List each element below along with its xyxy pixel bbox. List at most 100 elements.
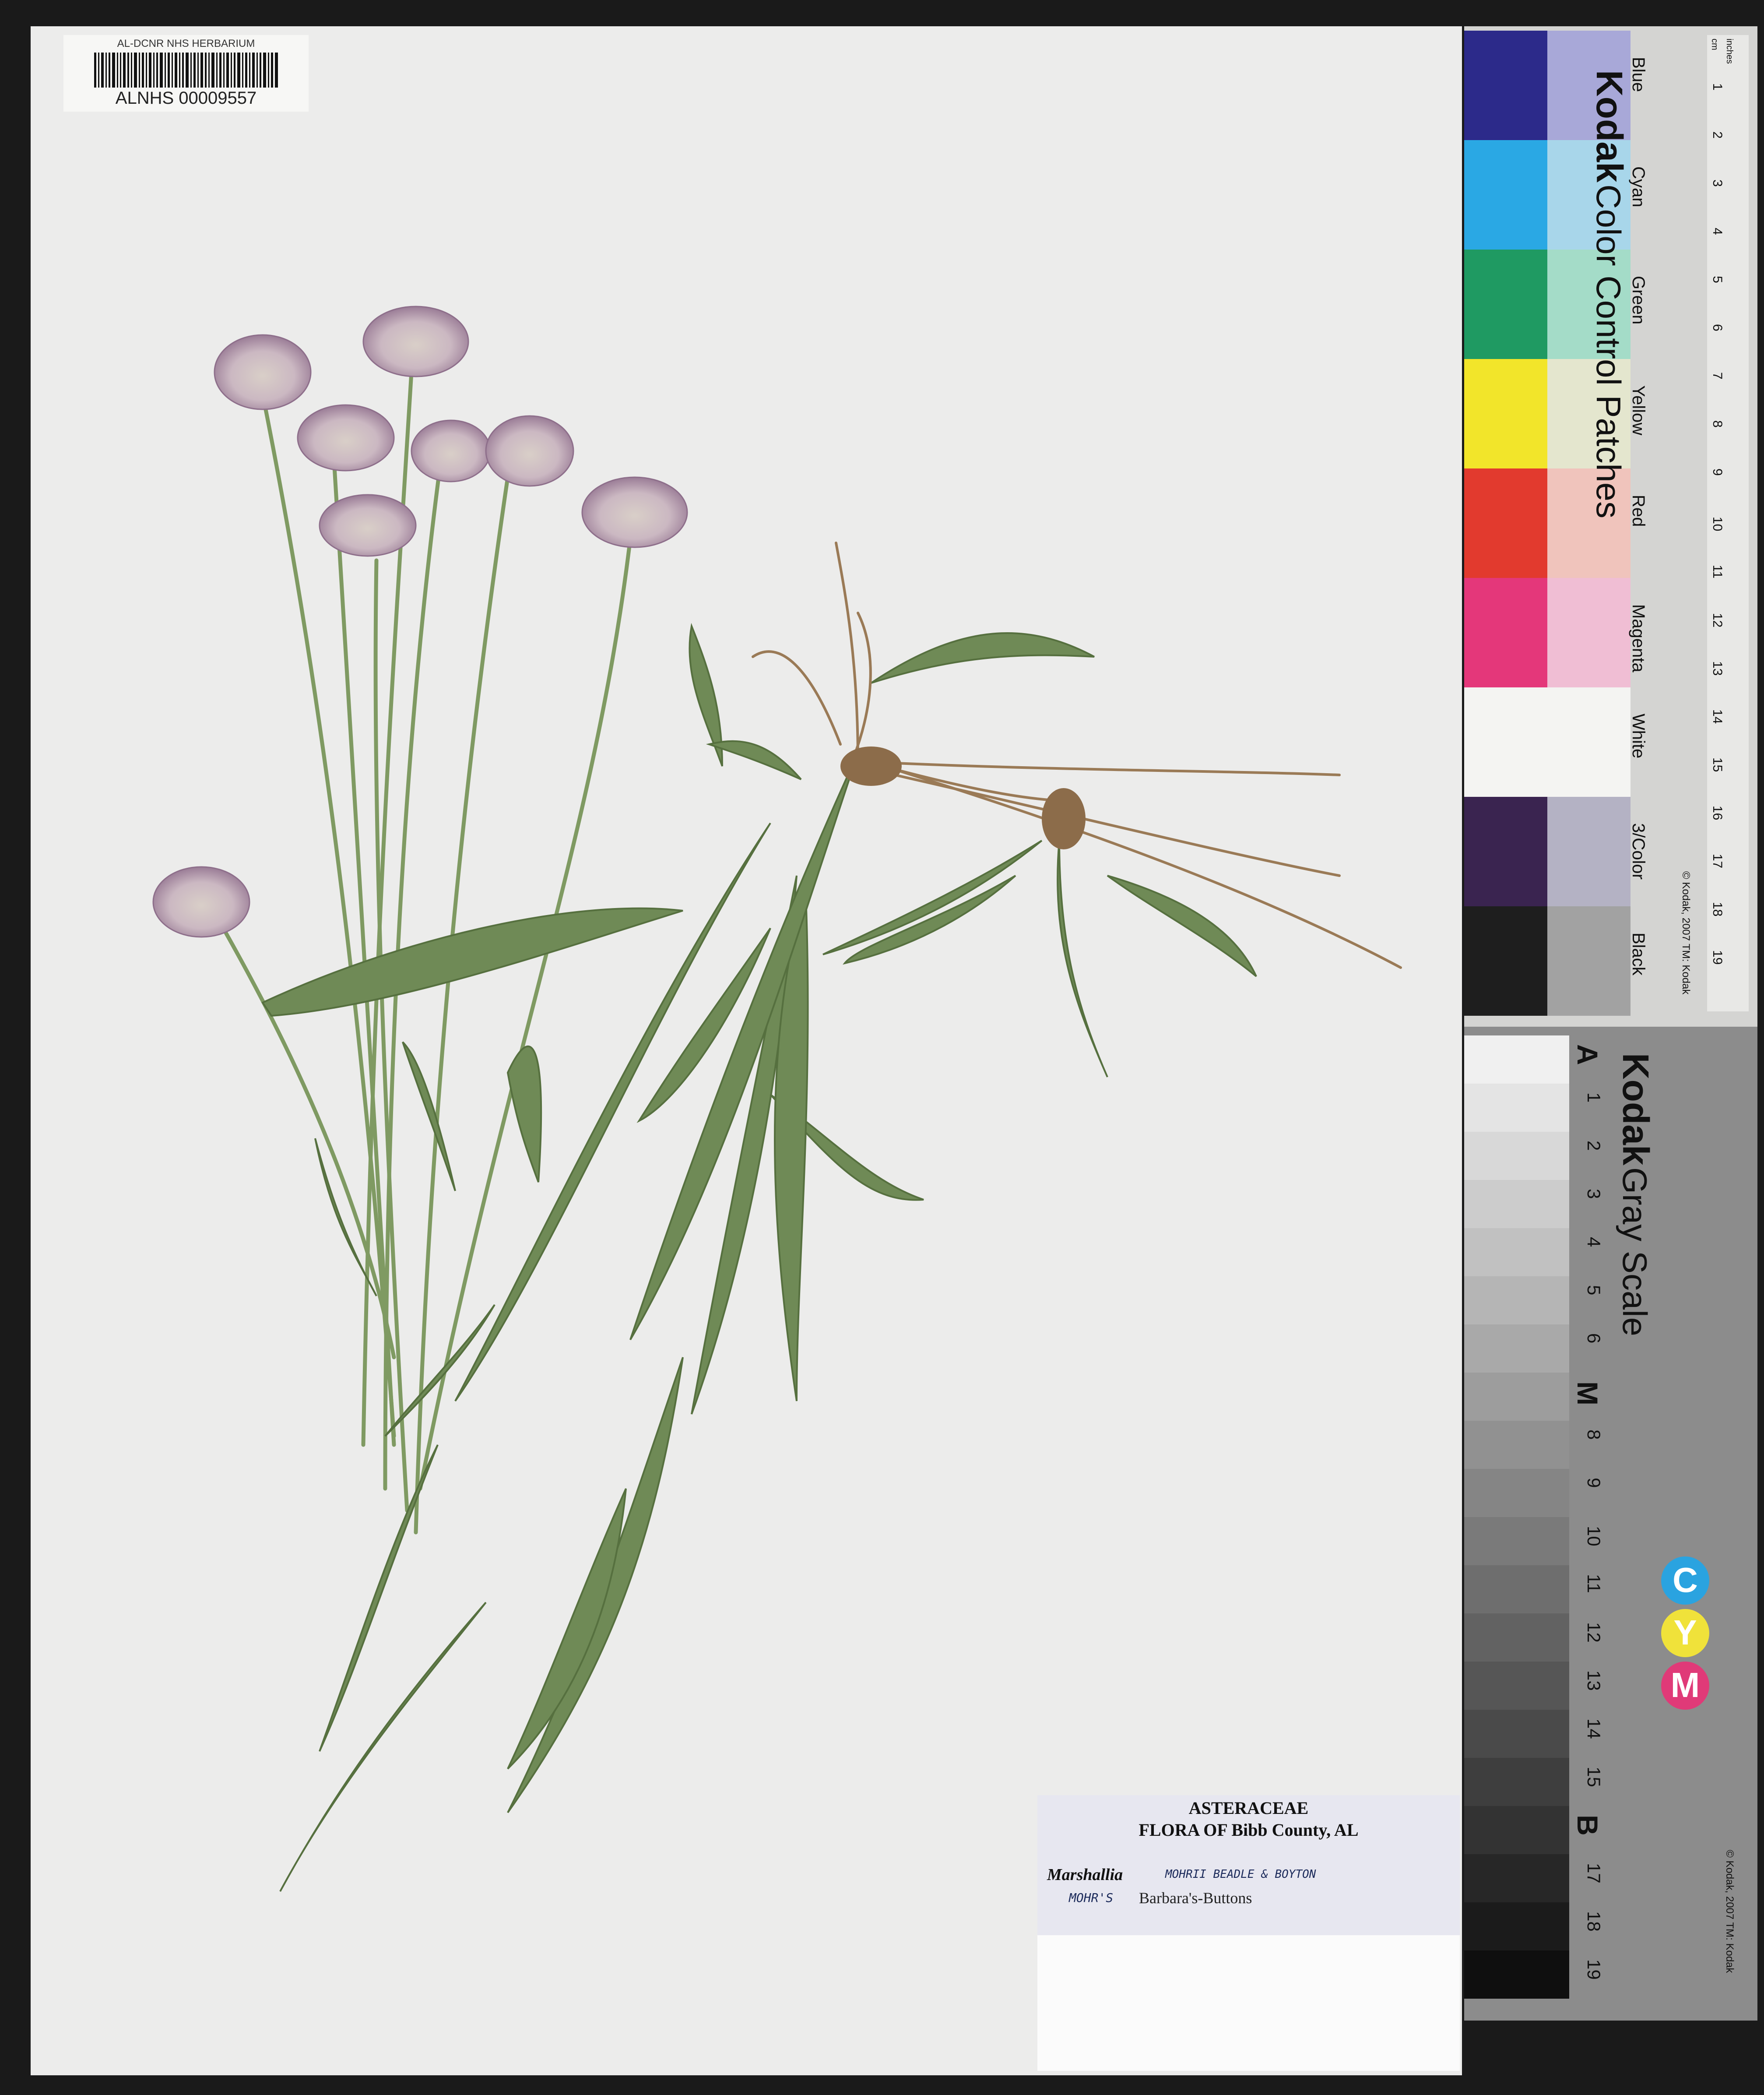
leaves [261, 623, 1257, 1892]
gray-card-title: Kodak Gray Scale [1614, 1053, 1657, 1336]
gray-label-10: 10 [1584, 1526, 1604, 1546]
gray-label-13: 13 [1584, 1670, 1604, 1691]
patch-name-4: Red [1629, 495, 1648, 527]
gray-step-5 [1464, 1276, 1569, 1324]
gray-label-1: 1 [1584, 1092, 1604, 1103]
patch-name-0: Blue [1629, 57, 1648, 92]
gray-label-2: 2 [1584, 1141, 1604, 1151]
gray-step-14 [1464, 1710, 1569, 1758]
ruler-number: 13 [1710, 661, 1725, 676]
color-patch-dark-7 [1464, 797, 1547, 906]
gray-label-18: 18 [1584, 1911, 1604, 1932]
rosette [840, 746, 1086, 849]
gray-step-4 [1464, 1228, 1569, 1276]
ruler-number: 4 [1710, 228, 1725, 235]
ruler-number: 19 [1710, 950, 1725, 965]
ruler-number: 6 [1710, 324, 1725, 331]
gray-label-16: B [1571, 1815, 1604, 1836]
ruler: inches cm 1 2 3 4 5 6 7 8 9 10 11 12 13 14 15 16 17 18 19 [1707, 35, 1749, 1011]
gray-card-copyright: © Kodak, 2007 TM: Kodak [1724, 1850, 1736, 1973]
gray-label-11: 11 [1584, 1574, 1604, 1593]
cym-letter: M [1670, 1665, 1700, 1704]
ruler-number: 16 [1710, 806, 1725, 820]
color-patch-dark-1 [1464, 140, 1547, 250]
cym-target-c: C [1661, 1556, 1709, 1605]
gray-label-15: 15 [1584, 1767, 1604, 1787]
ruler-number: 2 [1710, 131, 1725, 139]
ruler-unit-inches: inches [1725, 39, 1734, 64]
kodak-logo: Kodak [1589, 70, 1630, 183]
color-patch-dark-5 [1464, 578, 1547, 687]
gray-label-9: 9 [1584, 1478, 1604, 1488]
gray-scale-card: Kodak Gray Scale A 1 2 3 4 5 6 M 8 9 10 11 12 13 14 15 B… [1464, 1027, 1757, 2021]
cym-target-y: Y [1661, 1609, 1709, 1657]
gray-step-18 [1464, 1902, 1569, 1951]
gray-label-14: 14 [1584, 1718, 1604, 1739]
color-card-subtitle: Color Control Patches [1589, 184, 1628, 519]
patch-name-1: Cyan [1629, 166, 1648, 208]
gray-step-12 [1464, 1613, 1569, 1662]
color-patch-light-8 [1547, 906, 1630, 1016]
ruler-number: 15 [1710, 757, 1725, 772]
gray-step-6 [1464, 1324, 1569, 1373]
ruler-number: 14 [1710, 709, 1725, 724]
gray-label-12: 12 [1584, 1622, 1604, 1643]
gray-label-8: 8 [1584, 1430, 1604, 1440]
gray-label-19: 19 [1584, 1959, 1604, 1980]
gray-step-7 [1464, 1373, 1569, 1421]
color-patch-dark-4 [1464, 468, 1547, 578]
gray-step-9 [1464, 1469, 1569, 1517]
gray-step-3 [1464, 1180, 1569, 1228]
gray-step-10 [1464, 1517, 1569, 1565]
gray-label-17: 17 [1584, 1863, 1604, 1884]
gray-step-0 [1464, 1035, 1569, 1084]
patch-name-8: Black [1629, 933, 1648, 975]
gray-step-17 [1464, 1854, 1569, 1902]
gray-step-8 [1464, 1421, 1569, 1469]
gray-label-0: A [1571, 1044, 1604, 1065]
gray-step-2 [1464, 1132, 1569, 1180]
gray-step-13 [1464, 1662, 1569, 1710]
ruler-number: 10 [1710, 517, 1725, 532]
ruler-number: 1 [1710, 83, 1725, 91]
gray-label-3: 3 [1584, 1189, 1604, 1199]
gray-step-1 [1464, 1084, 1569, 1132]
gray-label-7: M [1571, 1381, 1604, 1405]
ruler-number: 17 [1710, 854, 1725, 869]
color-control-card: Kodak Color Control Patches Blue Cyan Gree… [1464, 26, 1757, 1027]
genus-name: Marshallia [1047, 1866, 1123, 1884]
color-patch-dark-8 [1464, 906, 1547, 1016]
common-name: Barbara's-Buttons [1139, 1889, 1252, 1907]
color-patch-light-5 [1547, 578, 1630, 687]
ruler-number: 18 [1710, 902, 1725, 917]
gray-label-6: 6 [1584, 1333, 1604, 1344]
patch-name-2: Green [1629, 276, 1648, 325]
handwritten-epithet: MOHRII BEADLE & BOYTON [1165, 1868, 1316, 1881]
gray-step-11 [1464, 1565, 1569, 1613]
cym-letter: C [1673, 1560, 1698, 1599]
flower-heads [152, 306, 688, 938]
ruler-number: 8 [1710, 420, 1725, 428]
color-patch-dark-0 [1464, 31, 1547, 140]
gray-label-4: 4 [1584, 1237, 1604, 1247]
color-patch-light-6 [1547, 687, 1630, 797]
color-patch-light-7 [1547, 797, 1630, 906]
cym-target-m: M [1661, 1662, 1709, 1710]
ruler-number: 9 [1710, 468, 1725, 476]
handwritten-prefix: MOHR'S [1069, 1891, 1114, 1905]
ruler-unit-cm: cm [1710, 39, 1719, 50]
color-patch-dark-3 [1464, 359, 1547, 468]
gray-step-16 [1464, 1806, 1569, 1854]
color-patch-dark-2 [1464, 250, 1547, 359]
family-name: ASTERACEAE [1188, 1798, 1309, 1818]
color-card-copyright: © Kodak, 2007 TM: Kodak [1680, 871, 1692, 995]
patch-name-3: Yellow [1629, 385, 1648, 436]
label-header: ASTERACEAE FLORA OF Bibb County, AL Mars… [1037, 1795, 1460, 1935]
color-patch-dark-6 [1464, 687, 1547, 797]
ruler-number: 5 [1710, 276, 1725, 283]
specimen-label: ASTERACEAE FLORA OF Bibb County, AL Mars… [1037, 1795, 1460, 2071]
patch-name-7: 3/Color [1629, 823, 1648, 880]
cym-letter: Y [1673, 1613, 1697, 1652]
color-card-title: Kodak Color Control Patches [1588, 70, 1630, 518]
ruler-number: 3 [1710, 180, 1725, 187]
